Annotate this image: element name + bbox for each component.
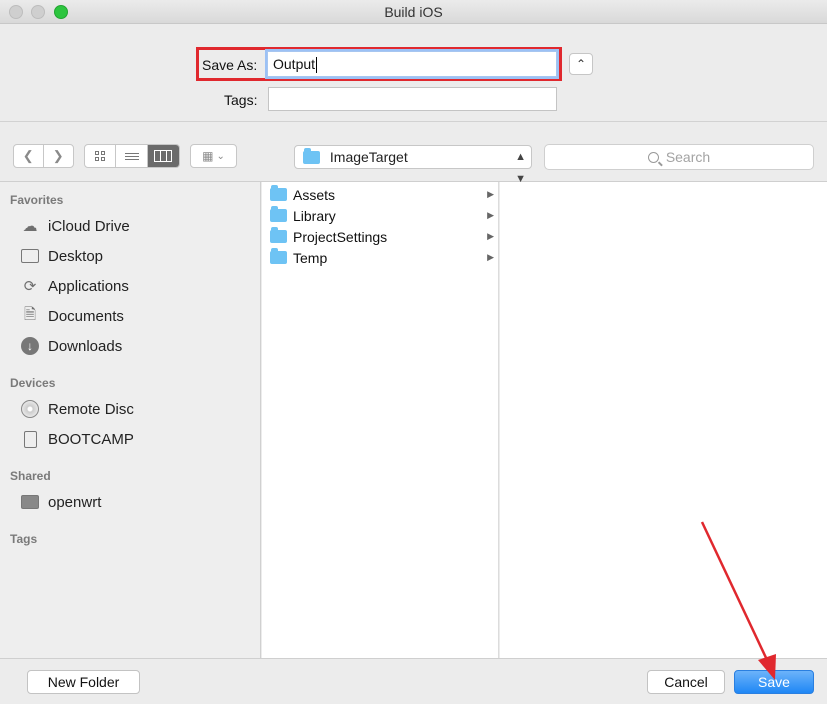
location-label: ImageTarget <box>329 149 408 165</box>
devices-heading: Devices <box>10 376 56 390</box>
sidebar-item-downloads[interactable]: ↓ Downloads <box>20 335 122 357</box>
forward-button[interactable]: ❯ <box>44 145 73 167</box>
folder-icon <box>270 248 287 264</box>
minimize-window-button[interactable] <box>31 5 45 19</box>
sidebar-item-label: Documents <box>48 307 124 325</box>
folder-icon <box>303 148 320 164</box>
toolbar: ❮ ❯ ▦ ⌄ ImageTarget ▲ ▼ Search <box>0 122 827 185</box>
sidebar-item-desktop[interactable]: Desktop <box>20 245 103 267</box>
sidebar-item-bootcamp[interactable]: BOOTCAMP <box>20 428 134 450</box>
back-button[interactable]: ❮ <box>14 145 44 167</box>
sidebar-item-label: Downloads <box>48 337 123 355</box>
disclosure-arrow-icon: ▶ <box>487 210 494 220</box>
browser-column-1: Assets ▶ Library ▶ ProjectSettings ▶ Temp ▶ <box>262 182 499 658</box>
folder-icon <box>270 227 287 243</box>
save-as-label: Save As: <box>202 57 258 73</box>
chevron-up-icon: ⌃ <box>575 57 587 71</box>
disclosure-arrow-icon: ▶ <box>487 189 494 199</box>
view-mode-buttons <box>84 144 180 168</box>
save-button[interactable]: Save <box>734 670 814 694</box>
shared-heading: Shared <box>10 469 51 483</box>
disclosure-arrow-icon: ▶ <box>487 231 494 241</box>
computer-icon <box>20 493 40 511</box>
tags-heading: Tags <box>10 532 38 546</box>
search-icon <box>647 152 659 163</box>
column-view-button[interactable] <box>147 145 179 167</box>
icon-view-button[interactable] <box>85 145 117 167</box>
folder-icon <box>270 206 287 222</box>
chevron-left-icon: ❮ <box>22 148 34 163</box>
location-popup[interactable]: ImageTarget ▲ ▼ <box>294 145 532 185</box>
arrange-grid-icon: ▦ <box>202 149 214 163</box>
cancel-button[interactable]: Cancel <box>647 670 725 694</box>
footer: New Folder Cancel Save <box>0 658 827 704</box>
desktop-icon <box>20 247 40 265</box>
applications-icon: ⟳ <box>23 278 37 295</box>
downloads-icon: ↓ <box>20 337 40 355</box>
item-label: ProjectSettings <box>293 228 388 245</box>
new-folder-button[interactable]: New Folder <box>27 670 140 694</box>
documents-icon: 🗎 <box>23 305 37 323</box>
item-label: Assets <box>293 186 336 203</box>
disclosure-arrow-icon: ▶ <box>487 252 494 262</box>
text-caret <box>316 57 318 74</box>
drive-icon <box>20 430 40 448</box>
cloud-icon: ☁ <box>22 218 38 235</box>
browser-column-2 <box>500 182 827 658</box>
arrange-button[interactable]: ▦ ⌄ <box>190 144 237 168</box>
search-field[interactable]: Search <box>544 144 814 170</box>
sidebar-item-openwrt[interactable]: openwrt <box>20 491 101 513</box>
sidebar: Favorites ☁ iCloud Drive Desktop ⟳ Applica… <box>0 182 261 658</box>
folder-icon <box>270 185 287 201</box>
sidebar-item-label: BOOTCAMP <box>48 430 134 448</box>
save-as-area: Save As: Output ⌃ Tags: <box>0 25 827 122</box>
favorites-heading: Favorites <box>10 193 64 207</box>
zoom-window-button[interactable] <box>54 5 68 19</box>
list-view-button[interactable] <box>116 145 148 167</box>
list-item[interactable]: Assets ▶ <box>262 184 499 205</box>
sidebar-item-label: openwrt <box>48 493 102 511</box>
list-item[interactable]: Library ▶ <box>262 205 499 226</box>
chevron-right-icon: ❯ <box>52 148 64 163</box>
save-as-value: Output <box>273 56 316 72</box>
title-bar: Build iOS <box>0 0 827 24</box>
save-as-field[interactable]: Output <box>267 51 557 77</box>
tags-label: Tags: <box>224 92 258 108</box>
column-view-icon <box>154 150 173 162</box>
navigation-buttons: ❮ ❯ <box>13 144 74 168</box>
search-placeholder: Search <box>665 149 711 165</box>
sidebar-item-label: Applications <box>48 277 129 295</box>
sidebar-item-label: Desktop <box>48 247 104 265</box>
list-item[interactable]: ProjectSettings ▶ <box>262 226 499 247</box>
chevron-down-icon: ⌄ <box>216 150 225 162</box>
expand-panel-button[interactable]: ⌃ <box>569 53 593 75</box>
list-view-icon <box>124 151 139 162</box>
icon-view-icon <box>95 151 106 161</box>
sidebar-item-remote-disc[interactable]: Remote Disc <box>20 398 134 420</box>
sidebar-item-documents[interactable]: 🗎 Documents <box>20 305 124 327</box>
close-window-button[interactable] <box>9 5 23 19</box>
list-item[interactable]: Temp ▶ <box>262 247 499 268</box>
sidebar-item-label: Remote Disc <box>48 400 134 418</box>
tags-field[interactable] <box>268 87 557 111</box>
disc-icon <box>20 400 40 418</box>
item-label: Library <box>293 207 336 224</box>
item-label: Temp <box>293 249 328 266</box>
window-title: Build iOS <box>384 4 443 20</box>
sidebar-item-applications[interactable]: ⟳ Applications <box>20 275 129 297</box>
sidebar-item-icloud-drive[interactable]: ☁ iCloud Drive <box>20 215 130 237</box>
sidebar-item-label: iCloud Drive <box>48 217 130 235</box>
